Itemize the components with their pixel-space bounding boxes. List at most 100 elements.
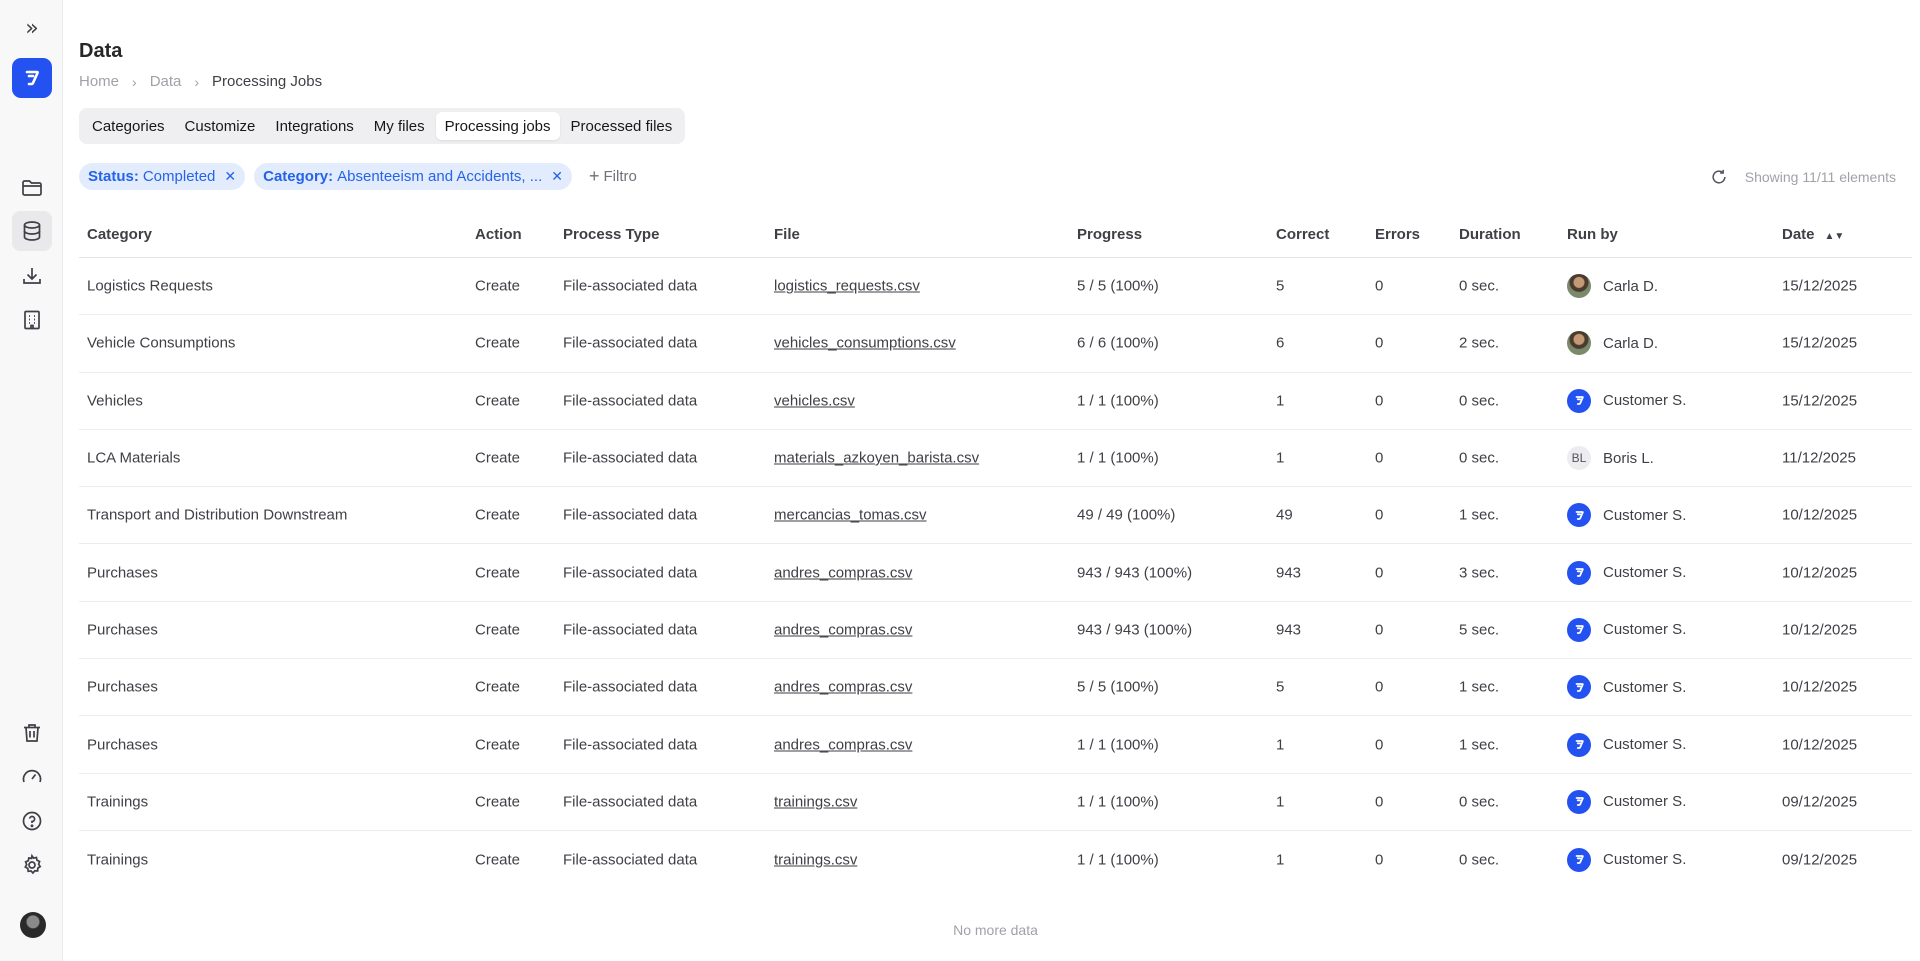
cell-action: Create — [475, 621, 521, 639]
cell-progress: 1 / 1 (100%) — [1077, 736, 1159, 754]
file-link[interactable]: andres_compras.csv — [774, 621, 912, 638]
table-header: Category Action Process Type File Progre… — [79, 211, 1912, 258]
file-link[interactable]: vehicles.csv — [774, 392, 855, 409]
cell-process-type: File-associated data — [563, 851, 698, 869]
column-header-correct[interactable]: Correct — [1276, 226, 1329, 243]
settings-icon — [24, 853, 42, 875]
cell-duration: 0 sec. — [1459, 793, 1500, 811]
expand-sidebar-button[interactable]: » — [12, 10, 52, 46]
cell-action: Create — [475, 506, 521, 524]
run-by-name: Customer S. — [1603, 851, 1687, 869]
cell-category: Purchases — [87, 736, 158, 754]
logo[interactable] — [12, 58, 52, 98]
column-header-progress[interactable]: Progress — [1077, 226, 1142, 243]
customer-avatar — [1567, 388, 1591, 413]
filter-chip-status[interactable]: Status: Completed ✕ — [79, 163, 246, 190]
filter-value: Completed — [142, 168, 216, 185]
filter-chip-category[interactable]: Category: Absenteeism and Accidents, ...… — [254, 163, 572, 190]
file-link[interactable]: vehicles_consumptions.csv — [774, 335, 956, 352]
close-icon[interactable]: ✕ — [224, 168, 236, 185]
file-link[interactable]: trainings.csv — [774, 851, 857, 868]
sidebar-item-organization[interactable] — [12, 300, 52, 340]
cell-process-type: File-associated data — [563, 564, 698, 582]
column-header-errors[interactable]: Errors — [1375, 226, 1420, 243]
table-row[interactable]: Purchases Create File-associated data andre… — [79, 716, 1912, 774]
trash-icon — [24, 724, 40, 742]
file-link[interactable]: andres_compras.csv — [774, 679, 912, 696]
main-content: Data Home › Data › Processing Jobs Categ… — [79, 0, 1920, 961]
column-header-process-type[interactable]: Process Type — [563, 226, 659, 243]
column-header-file[interactable]: File — [774, 226, 800, 243]
customer-avatar — [1567, 503, 1591, 528]
cell-date: 11/12/2025 — [1782, 449, 1856, 467]
refresh-icon[interactable] — [1709, 167, 1729, 187]
tab-processed-files[interactable]: Processed files — [562, 112, 682, 140]
cell-progress: 49 / 49 (100%) — [1077, 506, 1176, 524]
tab-my-files[interactable]: My files — [365, 112, 434, 140]
sidebar-item-settings[interactable] — [12, 845, 52, 885]
cell-category: LCA Materials — [87, 449, 181, 467]
user-avatar[interactable] — [20, 912, 46, 938]
tab-categories[interactable]: Categories — [83, 112, 174, 140]
table-row[interactable]: Vehicle Consumptions Create File-associate… — [79, 315, 1912, 373]
sidebar-item-data[interactable] — [12, 211, 52, 251]
cell-correct: 943 — [1276, 621, 1302, 639]
column-header-duration[interactable]: Duration — [1459, 226, 1521, 243]
cell-date: 10/12/2025 — [1782, 564, 1858, 582]
table-row[interactable]: Vehicles Create File-associated data vehicl… — [79, 373, 1912, 430]
tab-customize[interactable]: Customize — [176, 112, 265, 140]
cell-correct: 1 — [1276, 392, 1285, 410]
column-header-action[interactable]: Action — [475, 226, 522, 243]
tab-integrations[interactable]: Integrations — [266, 112, 362, 140]
customer-avatar — [1567, 675, 1591, 700]
table-row[interactable]: Logistics Requests Create File-associated … — [79, 258, 1912, 316]
cell-run-by: Customer S. — [1567, 388, 1686, 413]
chevron-right-icon: › — [194, 73, 200, 90]
file-link[interactable]: materials_azkoyen_barista.csv — [774, 450, 979, 467]
cell-process-type: File-associated data — [563, 392, 698, 410]
file-link[interactable]: trainings.csv — [774, 793, 857, 810]
sidebar-item-trash[interactable] — [12, 713, 52, 753]
table-row[interactable]: Transport and Distribution Downstream Cre… — [79, 487, 1912, 545]
sidebar-item-downloads[interactable] — [12, 256, 52, 296]
download-icon — [23, 268, 41, 284]
close-icon[interactable]: ✕ — [551, 168, 563, 185]
table-row[interactable]: Trainings Create File-associated data train… — [79, 831, 1912, 888]
customer-avatar — [1567, 617, 1591, 642]
table-row[interactable]: Purchases Create File-associated data andre… — [79, 659, 1912, 717]
breadcrumb-data[interactable]: Data — [150, 73, 182, 90]
sort-icon[interactable]: ▲▼ — [1825, 231, 1845, 242]
tab-processing-jobs[interactable]: Processing jobs — [435, 112, 560, 140]
cell-progress: 1 / 1 (100%) — [1077, 449, 1159, 467]
cell-category: Vehicles — [87, 392, 143, 410]
cell-duration: 3 sec. — [1459, 564, 1500, 582]
breadcrumb-home[interactable]: Home — [79, 73, 119, 90]
cell-errors: 0 — [1375, 392, 1384, 410]
file-link[interactable]: andres_compras.csv — [774, 736, 912, 753]
cell-duration: 0 sec. — [1459, 851, 1500, 869]
cell-run-by: Carla D. — [1567, 274, 1658, 299]
cell-date: 10/12/2025 — [1782, 736, 1858, 754]
filter-value: Absenteeism and Accidents, ... — [337, 168, 543, 185]
sidebar-item-help[interactable] — [12, 801, 52, 841]
cell-run-by: Customer S. — [1567, 675, 1686, 700]
cell-process-type: File-associated data — [563, 621, 698, 639]
sidebar-item-files[interactable] — [12, 168, 52, 208]
table-row[interactable]: LCA Materials Create File-associated data m… — [79, 430, 1912, 488]
file-link[interactable]: mercancias_tomas.csv — [774, 507, 927, 524]
table-row[interactable]: Purchases Create File-associated data andre… — [79, 602, 1912, 660]
table-row[interactable]: Purchases Create File-associated data andre… — [79, 544, 1912, 602]
cell-errors: 0 — [1375, 277, 1384, 295]
page-title: Data — [79, 40, 123, 62]
column-header-run-by[interactable]: Run by — [1567, 226, 1618, 243]
cell-date: 15/12/2025 — [1782, 334, 1858, 352]
add-filter-button[interactable]: + Filtro — [581, 166, 637, 187]
sidebar-item-dashboard[interactable] — [12, 757, 52, 797]
file-link[interactable]: logistics_requests.csv — [774, 278, 920, 295]
file-link[interactable]: andres_compras.csv — [774, 564, 912, 581]
column-header-category[interactable]: Category — [87, 226, 152, 243]
column-header-date[interactable]: Date ▲▼ — [1782, 226, 1844, 243]
cell-errors: 0 — [1375, 621, 1384, 639]
table-toolbar: Showing 11/11 elements — [1709, 167, 1896, 187]
table-row[interactable]: Trainings Create File-associated data train… — [79, 774, 1912, 831]
